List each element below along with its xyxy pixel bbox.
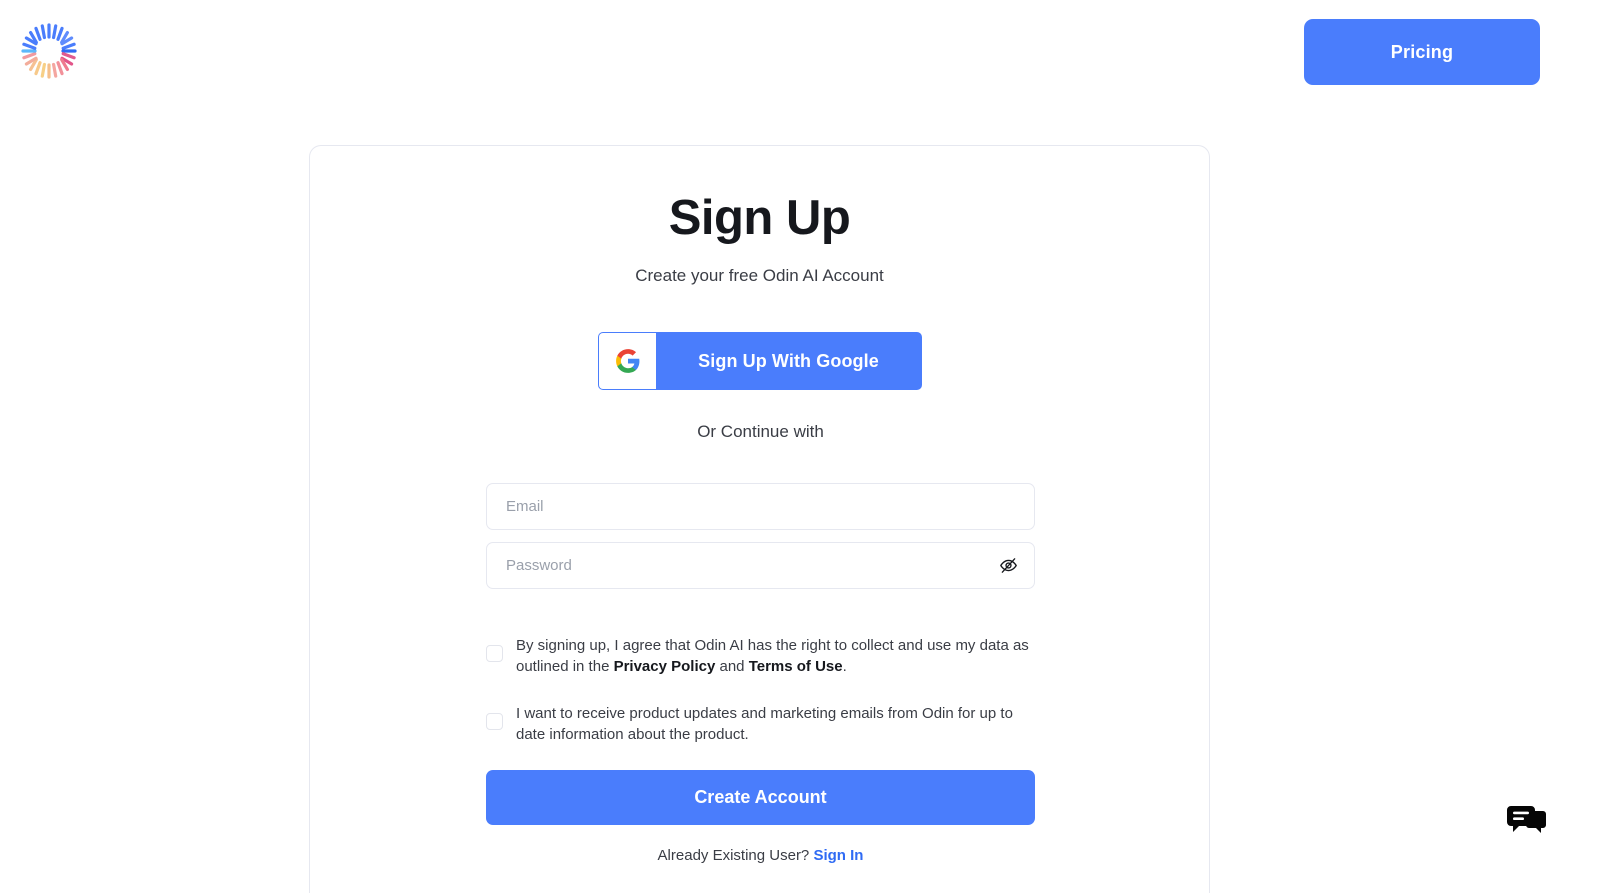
marketing-consent-label: I want to receive product updates and ma… [516, 704, 1013, 743]
consent-row-privacy: By signing up, I agree that Odin AI has … [486, 635, 1035, 678]
google-button-label: Sign Up With Google [698, 350, 879, 371]
page-title: Sign Up [668, 191, 851, 245]
sign-in-link[interactable]: Sign In [813, 847, 863, 864]
email-field[interactable] [486, 483, 1035, 530]
privacy-consent-checkbox[interactable] [486, 645, 503, 662]
page-header: Pricing [0, 0, 1600, 110]
signin-prompt-text: Already Existing User? [657, 847, 814, 865]
signup-page: Pricing Sign Up Create your free Odin AI… [0, 0, 1600, 893]
pricing-button[interactable]: Pricing [1304, 19, 1540, 85]
signup-card: Sign Up Create your free Odin AI Account… [309, 145, 1210, 893]
eye-off-icon[interactable] [994, 552, 1022, 580]
consent-list: By signing up, I agree that Odin AI has … [486, 635, 1035, 745]
consent-text-part3: . [842, 658, 847, 676]
privacy-policy-link[interactable]: Privacy Policy [614, 658, 716, 675]
create-account-button[interactable]: Create Account [486, 770, 1035, 826]
continue-with-divider: Or Continue with [697, 422, 824, 441]
odin-ai-logo[interactable] [18, 20, 80, 82]
privacy-consent-label: By signing up, I agree that Odin AI has … [516, 635, 1035, 678]
page-subtitle: Create your free Odin AI Account [635, 266, 884, 286]
email-input[interactable] [487, 484, 1034, 529]
sign-up-with-google-button[interactable]: Sign Up With Google [598, 332, 922, 390]
signin-prompt: Already Existing User? Sign In [486, 847, 1035, 864]
terms-of-use-link[interactable]: Terms of Use [749, 658, 843, 675]
consent-row-marketing: I want to receive product updates and ma… [486, 703, 1035, 746]
chat-bubbles-icon[interactable] [1504, 799, 1550, 845]
signup-form: By signing up, I agree that Odin AI has … [486, 483, 1035, 864]
password-input[interactable] [487, 543, 1034, 588]
consent-text-part2: and [715, 658, 749, 676]
marketing-consent-checkbox[interactable] [486, 712, 503, 730]
google-icon [599, 333, 656, 389]
password-field[interactable] [486, 542, 1035, 589]
